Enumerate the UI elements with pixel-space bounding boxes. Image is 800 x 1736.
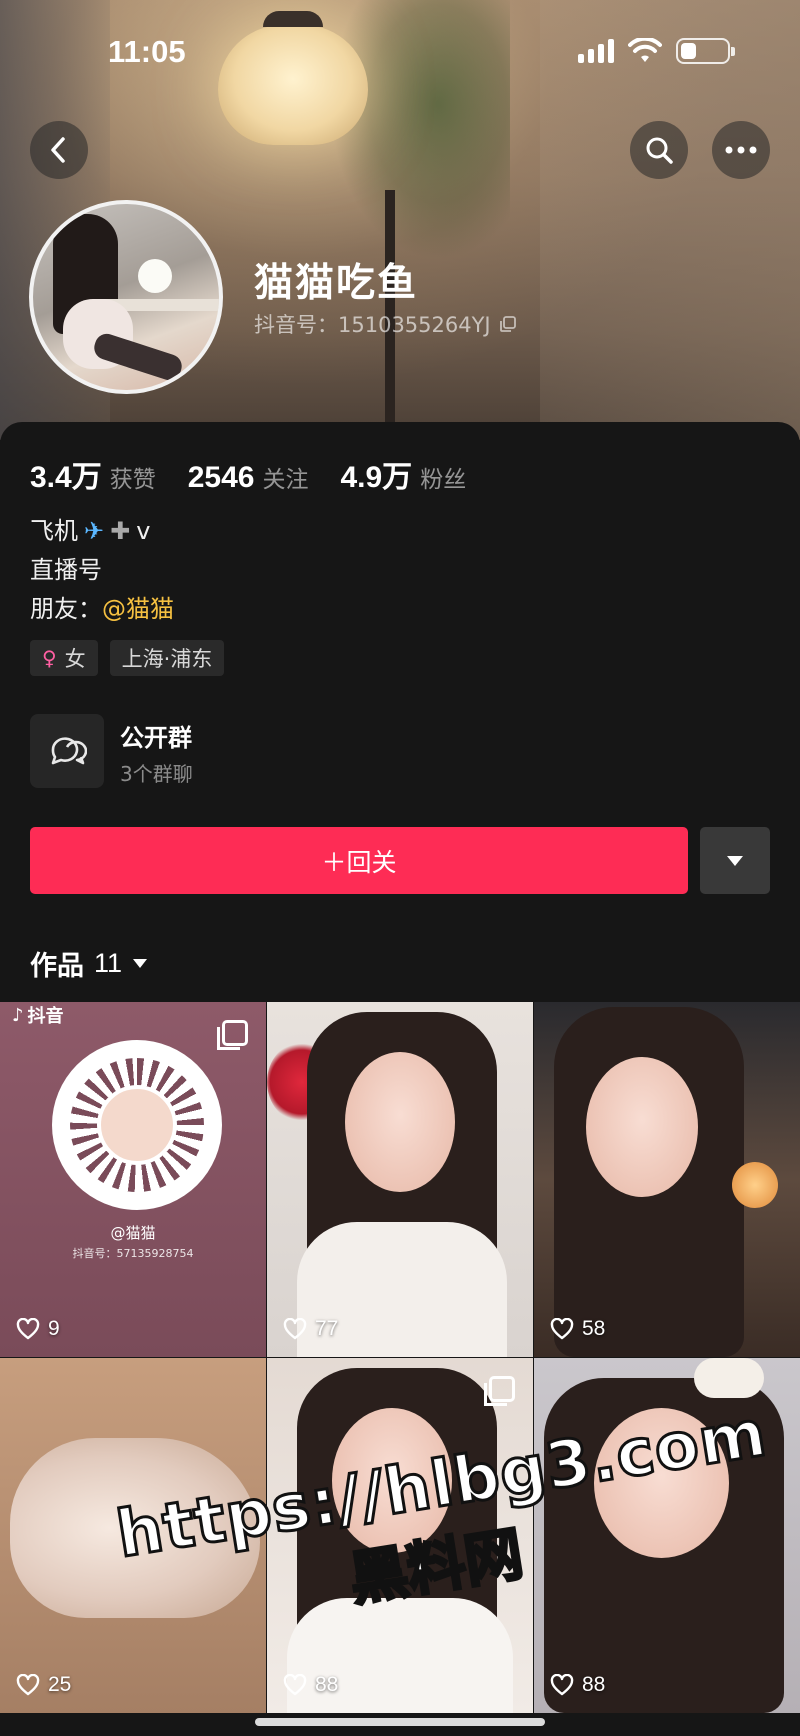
heart-icon (283, 1318, 307, 1340)
tags-row: ♀ 女 上海·浦东 (30, 640, 225, 676)
like-value: 9 (48, 1317, 60, 1340)
heart-icon (283, 1674, 307, 1696)
location-tag: 上海·浦东 (109, 640, 225, 676)
photo-face (345, 1052, 455, 1192)
group-subtitle: 3个群聊 (120, 762, 193, 786)
status-icons (578, 38, 735, 64)
douyin-id-row[interactable]: 抖音号：1510355264YJ (254, 309, 517, 339)
like-value: 88 (582, 1673, 606, 1696)
more-actions-button[interactable] (700, 827, 770, 894)
photo-face (586, 1057, 698, 1197)
search-icon (646, 137, 673, 164)
profile-panel: 3.4万 获赞 2546 关注 4.9万 粉丝 飞机 ✈ ✚ v 直播号 朋友：… (0, 422, 800, 1002)
multi-image-icon (217, 1020, 248, 1050)
mention-link[interactable]: @猫猫 (102, 595, 174, 623)
like-value: 88 (315, 1673, 339, 1696)
lantern (732, 1162, 778, 1208)
ellipsis-icon (725, 146, 757, 154)
like-count: 88 (550, 1673, 605, 1697)
douyin-id: 抖音号：1510355264YJ (254, 313, 491, 337)
qr-id: 抖音号：57135928754 (72, 1247, 194, 1260)
search-button[interactable] (630, 121, 688, 179)
douyin-brand: ♪ 抖音 (12, 1002, 64, 1028)
copy-icon[interactable] (499, 315, 517, 333)
bio-line: 朋友：@猫猫 (30, 590, 174, 629)
video-tile[interactable]: 77 (267, 1002, 533, 1357)
more-button[interactable] (712, 121, 770, 179)
like-value: 58 (582, 1317, 606, 1340)
stats-row: 3.4万 获赞 2546 关注 4.9万 粉丝 (30, 452, 498, 496)
triangle-down-icon (727, 855, 743, 866)
nickname: 猫猫吃鱼 (254, 261, 419, 306)
bio-text: 飞机 (30, 517, 78, 545)
group-icon-box (30, 714, 104, 788)
like-count: 88 (283, 1673, 338, 1697)
group-title: 公开群 (120, 724, 192, 752)
status-time: 11:05 (108, 34, 186, 69)
bio: 飞机 ✈ ✚ v 直播号 朋友：@猫猫 (30, 512, 174, 629)
video-grid: ♪ 抖音 @猫猫 抖音号：57135928754 9 77 58 25 88 8… (0, 1002, 800, 1736)
video-tile[interactable]: 58 (534, 1002, 800, 1357)
like-value: 77 (315, 1317, 339, 1340)
public-group-entry[interactable]: 公开群 3个群聊 (30, 714, 770, 790)
tag-label: 女 (64, 647, 86, 671)
triangle-down-icon (133, 959, 148, 968)
heart-icon (16, 1674, 40, 1696)
battery-level (681, 43, 696, 59)
avatar[interactable] (29, 200, 223, 394)
airplane-icon: ✈ (84, 517, 105, 545)
wifi-icon (628, 38, 662, 62)
like-count: 58 (550, 1317, 605, 1341)
brand-label: 抖音 (27, 1006, 64, 1027)
stat-value: 4.9万 (340, 461, 413, 494)
qr-name: @猫猫 (110, 1224, 156, 1242)
battery-icon (676, 38, 735, 64)
qr-avatar (97, 1085, 177, 1165)
like-count: 77 (283, 1317, 338, 1341)
status-bar: 11:05 (0, 0, 800, 110)
tiktok-icon: ♪ (12, 1004, 24, 1026)
stat-likes[interactable]: 3.4万 获赞 (30, 452, 156, 496)
female-icon: ♀ (42, 646, 57, 670)
video-tile[interactable]: ♪ 抖音 @猫猫 抖音号：57135928754 9 (0, 1002, 266, 1357)
tab-works[interactable]: 作品 11 (30, 944, 148, 983)
tab-count: 11 (94, 948, 123, 978)
stat-followers[interactable]: 4.9万 粉丝 (340, 452, 466, 496)
stat-value: 3.4万 (30, 461, 102, 494)
bio-text: 朋友： (30, 595, 102, 623)
gender-tag: ♀ 女 (30, 640, 98, 676)
cat-ears-filter (694, 1358, 764, 1398)
bio-line: 直播号 (30, 556, 102, 584)
follow-back-button[interactable]: ＋回关 (30, 827, 688, 894)
stat-label: 粉丝 (420, 467, 467, 493)
stat-label: 获赞 (109, 467, 156, 493)
plus-icon: ✚ (110, 517, 131, 545)
home-indicator[interactable] (255, 1718, 545, 1726)
stat-following[interactable]: 2546 关注 (188, 460, 309, 495)
heart-icon (16, 1318, 40, 1340)
chat-bubbles-icon (51, 737, 87, 765)
like-count: 9 (16, 1317, 60, 1341)
signal-icon (578, 39, 614, 63)
heart-icon (550, 1318, 574, 1340)
bio-text: v (136, 517, 151, 545)
tab-label: 作品 (30, 951, 84, 982)
chevron-left-icon (51, 137, 65, 163)
tag-label: 上海·浦东 (121, 647, 213, 671)
back-button[interactable] (30, 121, 88, 179)
stat-value: 2546 (187, 461, 255, 494)
multi-image-icon (484, 1376, 515, 1406)
like-value: 25 (48, 1673, 72, 1696)
stat-label: 关注 (262, 467, 309, 493)
bio-line: 飞机 ✈ ✚ v (30, 512, 174, 551)
qr-code (52, 1040, 222, 1210)
like-count: 25 (16, 1673, 71, 1697)
heart-icon (550, 1674, 574, 1696)
